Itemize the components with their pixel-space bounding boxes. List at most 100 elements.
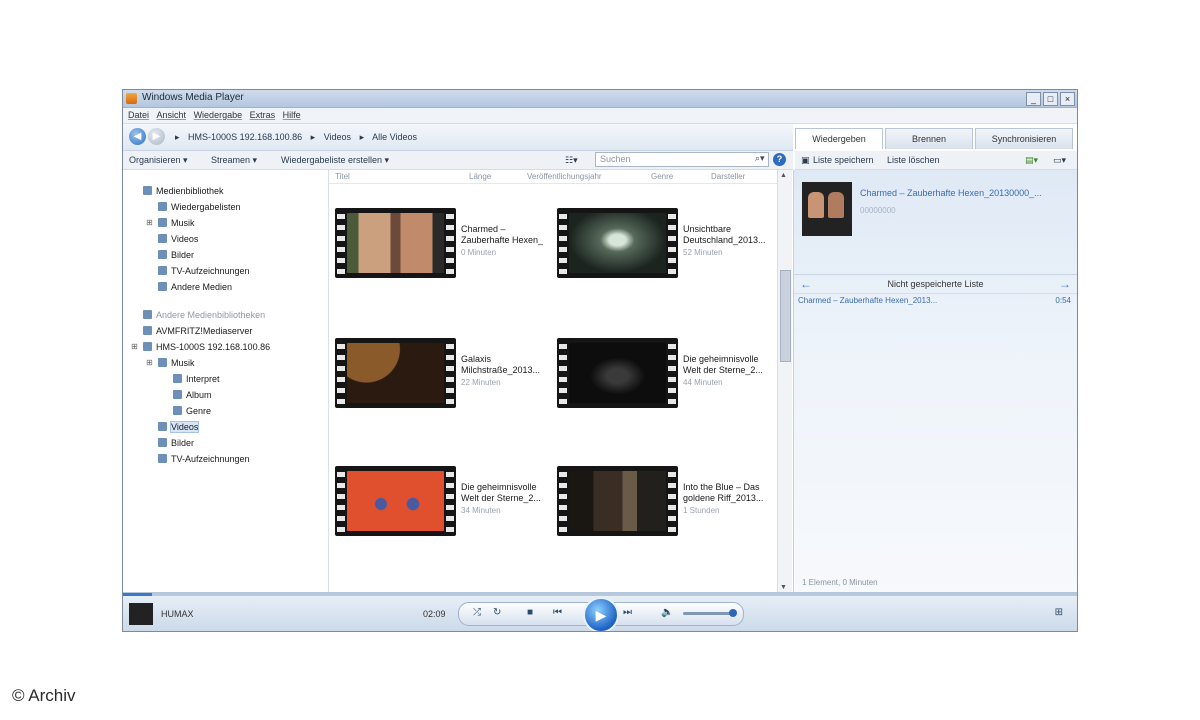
now-playing-title[interactable]: Charmed – Zauberhafte Hexen_20130000_...: [860, 188, 1042, 198]
menu-ansicht[interactable]: Ansicht: [157, 110, 187, 120]
sidebar-item[interactable]: Videos: [158, 232, 198, 246]
sidebar-item[interactable]: Medienbibliothek: [143, 184, 224, 198]
volume-knob[interactable]: [729, 609, 737, 617]
switch-to-now-playing-icon[interactable]: ⊞: [1055, 607, 1063, 618]
more-options-icon[interactable]: ▭▾: [1053, 155, 1066, 166]
seek-bar[interactable]: [123, 593, 1077, 596]
next-icon[interactable]: ⏭: [623, 607, 632, 618]
now-playing-subtitle: 00000000: [860, 206, 896, 215]
menu-extras[interactable]: Extras: [250, 110, 276, 120]
sidebar-item[interactable]: Album: [173, 388, 212, 402]
sidebar-item[interactable]: Andere Medienbibliotheken: [143, 308, 265, 322]
scroll-thumb[interactable]: [780, 270, 791, 362]
back-arrow-icon[interactable]: ◀: [129, 128, 146, 145]
playlist-item-duration: 0:54: [1055, 296, 1071, 305]
view-options-icon[interactable]: ☷▾: [565, 155, 578, 166]
create-playlist-button[interactable]: Wiedergabeliste erstellen ▾: [281, 155, 389, 166]
stop-icon[interactable]: ■: [527, 607, 533, 618]
video-title[interactable]: Die geheimnisvolle Welt der Sterne_2...: [683, 354, 773, 376]
scroll-down-icon[interactable]: ▼: [780, 584, 787, 591]
tree-expander-icon[interactable]: ⊞: [146, 218, 153, 227]
menu-datei[interactable]: Datei: [128, 110, 149, 120]
sidebar-item[interactable]: Videos: [158, 420, 200, 434]
col-title[interactable]: Titel: [335, 172, 350, 181]
previous-icon[interactable]: ⏮: [553, 607, 562, 618]
clear-list-button[interactable]: Liste löschen: [887, 155, 940, 165]
video-title[interactable]: Die geheimnisvolle Welt der Sterne_2...: [461, 482, 551, 504]
video-tile[interactable]: Galaxis Milchstraße_2013... 22 Minuten: [335, 338, 545, 408]
tab-wiedergeben[interactable]: Wiedergeben: [795, 128, 883, 149]
film-strip-thumbnail[interactable]: [335, 338, 456, 408]
film-strip-thumbnail[interactable]: [557, 466, 678, 536]
video-title[interactable]: Unsichtbare Deutschland_2013...: [683, 224, 773, 246]
sidebar-item[interactable]: HMS-1000S 192.168.100.86: [143, 340, 270, 354]
player-controls-bar: HUMAX 02:09 ⤮ ↻ ■ ⏮ ⏭ 🔈 ▶ ⊞: [123, 592, 1077, 631]
video-title[interactable]: Charmed – Zauberhafte Hexen_: [461, 224, 551, 246]
video-title[interactable]: Into the Blue – Das goldene Riff_2013...: [683, 482, 773, 504]
video-tile[interactable]: Charmed – Zauberhafte Hexen_ 0 Minuten: [335, 208, 545, 278]
gallery-scrollbar[interactable]: ▲ ▼: [777, 170, 792, 593]
menu-wiedergabe[interactable]: Wiedergabe: [194, 110, 243, 120]
sidebar-item[interactable]: Bilder: [158, 436, 194, 450]
breadcrumb-videos[interactable]: Videos: [324, 132, 351, 142]
save-list-button[interactable]: Liste speichern: [813, 155, 874, 165]
list-options-icon[interactable]: ▤▾: [1025, 155, 1038, 166]
video-tile[interactable]: Unsichtbare Deutschland_2013... 52 Minute…: [557, 208, 767, 278]
video-title[interactable]: Galaxis Milchstraße_2013...: [461, 354, 551, 376]
forward-arrow-icon[interactable]: ▶: [148, 128, 165, 145]
play-button[interactable]: ▶: [583, 597, 619, 631]
sidebar-item-label: TV-Aufzeichnungen: [171, 266, 250, 276]
tree-node-icon: [143, 310, 152, 319]
stream-button[interactable]: Streamen ▾: [211, 155, 257, 166]
copyright-watermark: © Archiv: [12, 686, 76, 705]
sidebar-item[interactable]: Wiedergabelisten: [158, 200, 241, 214]
now-playing-pane: Charmed – Zauberhafte Hexen_20130000_...…: [793, 170, 1077, 593]
scroll-up-icon[interactable]: ▲: [780, 172, 787, 179]
volume-icon[interactable]: 🔈: [661, 607, 673, 618]
breadcrumb-all-videos[interactable]: Alle Videos: [372, 132, 417, 142]
sidebar-item[interactable]: Bilder: [158, 248, 194, 262]
search-input[interactable]: Suchen: [595, 152, 769, 167]
close-button[interactable]: ×: [1060, 92, 1075, 106]
tab-brennen[interactable]: Brennen: [885, 128, 973, 149]
repeat-icon[interactable]: ↻: [493, 607, 501, 618]
tree-expander-icon[interactable]: ⊞: [131, 342, 138, 351]
video-duration: 34 Minuten: [461, 506, 501, 515]
minimize-button[interactable]: _: [1026, 92, 1041, 106]
sidebar-item[interactable]: Andere Medien: [158, 280, 232, 294]
volume-slider[interactable]: [683, 609, 737, 617]
next-list-icon[interactable]: →: [1059, 275, 1071, 293]
col-genre[interactable]: Genre: [651, 172, 673, 181]
film-strip-thumbnail[interactable]: [557, 338, 678, 408]
col-cast[interactable]: Darsteller: [711, 172, 745, 181]
sidebar-item[interactable]: TV-Aufzeichnungen: [158, 452, 250, 466]
sidebar-item-label: Videos: [171, 234, 199, 244]
maximize-button[interactable]: □: [1043, 92, 1058, 106]
sidebar-item[interactable]: Musik: [158, 216, 195, 230]
video-tile[interactable]: Die geheimnisvolle Welt der Sterne_2... 4…: [557, 338, 767, 408]
help-icon[interactable]: ?: [773, 153, 786, 166]
breadcrumb-server[interactable]: HMS-1000S 192.168.100.86: [188, 132, 302, 142]
organize-button[interactable]: Organisieren ▾: [129, 155, 188, 166]
sidebar-item[interactable]: TV-Aufzeichnungen: [158, 264, 250, 278]
video-tile[interactable]: Die geheimnisvolle Welt der Sterne_2... 3…: [335, 466, 545, 536]
playlist-item[interactable]: Charmed – Zauberhafte Hexen_2013... 0:54: [798, 296, 1071, 305]
title-bar[interactable]: Windows Media Player _ □ ×: [123, 90, 1077, 108]
film-strip-thumbnail[interactable]: [335, 466, 456, 536]
sidebar-item[interactable]: Genre: [173, 404, 211, 418]
sidebar-item-label: Videos: [169, 421, 200, 433]
film-strip-thumbnail[interactable]: [335, 208, 456, 278]
col-length[interactable]: Länge: [469, 172, 491, 181]
menu-hilfe[interactable]: Hilfe: [283, 110, 301, 120]
film-strip-thumbnail[interactable]: [557, 208, 678, 278]
tree-expander-icon[interactable]: ⊞: [146, 358, 153, 367]
sidebar-item[interactable]: Musik: [158, 356, 195, 370]
search-icon[interactable]: ⌕▾: [755, 153, 765, 164]
tab-synchronisieren[interactable]: Synchronisieren: [975, 128, 1073, 149]
sidebar-item[interactable]: Interpret: [173, 372, 220, 386]
prev-list-icon[interactable]: ←: [800, 275, 812, 293]
col-year[interactable]: Veröffentlichungsjahr: [527, 172, 602, 181]
video-tile[interactable]: Into the Blue – Das goldene Riff_2013...…: [557, 466, 767, 536]
sidebar-item[interactable]: AVMFRITZ!Mediaserver: [143, 324, 252, 338]
shuffle-icon[interactable]: ⤮: [473, 607, 481, 618]
